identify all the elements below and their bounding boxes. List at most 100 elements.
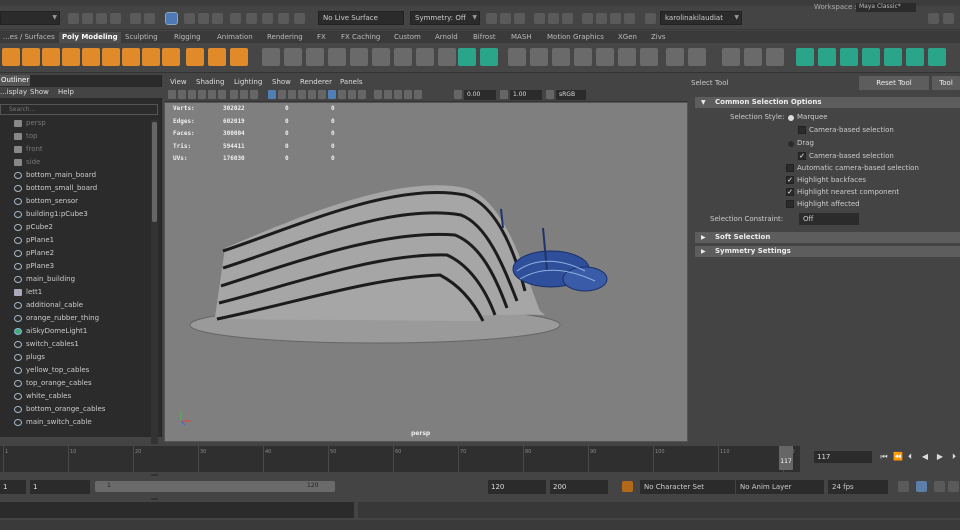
outliner-item[interactable]: top [0, 130, 150, 143]
face-mode-icon[interactable] [212, 13, 223, 24]
workspace-dropdown[interactable]: Maya Classic* [856, 3, 916, 12]
lights-icon[interactable] [308, 90, 316, 99]
fill-hole-icon[interactable] [438, 48, 456, 66]
resolution-gate-icon[interactable] [250, 90, 258, 99]
frame-common-selection[interactable]: ▼ Common Selection Options [695, 97, 960, 108]
tab-rendering[interactable]: Rendering [264, 32, 306, 43]
marquee-radio[interactable] [788, 115, 794, 121]
viewport-menu-panels[interactable]: Panels [340, 76, 363, 88]
tab-custom[interactable]: Custom [391, 32, 424, 43]
outliner-item[interactable]: bottom_small_board [0, 182, 150, 195]
tab-animation[interactable]: Animation [214, 32, 256, 43]
outliner-item[interactable]: top_orange_cables [0, 377, 150, 390]
super-shape-icon[interactable] [186, 48, 204, 66]
frame-soft-selection[interactable]: ▶ Soft Selection [695, 232, 960, 243]
play-forward-icon[interactable]: ▶ [936, 452, 944, 461]
tab-motion-graphics[interactable]: Motion Graphics [544, 32, 607, 43]
colorspace-dropdown[interactable]: sRGB [556, 90, 586, 100]
outliner-item[interactable]: aiSkyDomeLight1 [0, 325, 150, 338]
step-back-key-icon[interactable]: ⏪ [893, 452, 903, 461]
ipr-render-icon[interactable] [500, 13, 511, 24]
highlight-nearest-checkbox[interactable]: ✓ [786, 188, 794, 196]
backface-culling-icon[interactable] [404, 90, 412, 99]
uv-automatic-icon[interactable] [862, 48, 880, 66]
offset-edge-loop-icon[interactable] [552, 48, 570, 66]
tool-settings-icon[interactable] [624, 13, 635, 24]
drag-radio[interactable] [788, 141, 794, 147]
merge-icon[interactable] [596, 48, 614, 66]
uv-layout-icon[interactable] [906, 48, 924, 66]
poly-disc-icon[interactable] [122, 48, 140, 66]
gamma-field[interactable]: 1.00 [510, 90, 542, 100]
selection-constraint-dropdown[interactable]: Off [799, 213, 859, 225]
select-hierarchy-icon[interactable] [130, 13, 141, 24]
outliner-title[interactable]: Outliner [0, 75, 30, 86]
bevel-icon[interactable] [416, 48, 434, 66]
select-camera-icon[interactable] [168, 90, 176, 99]
go-to-start-icon[interactable]: ⏮ [880, 452, 888, 461]
open-scene-icon[interactable] [82, 13, 93, 24]
uv-unfold-icon[interactable] [884, 48, 902, 66]
2d-pan-zoom-icon[interactable] [208, 90, 216, 99]
select-object-icon[interactable] [144, 13, 155, 24]
exposure-icon[interactable] [454, 90, 462, 99]
viewport-menu-show[interactable]: Show [272, 76, 291, 88]
wireframe-on-shaded-icon[interactable] [288, 90, 296, 99]
outliner-scrollbar[interactable] [151, 120, 158, 500]
viewport-menu-lighting[interactable]: Lighting [234, 76, 262, 88]
step-forward-frame-icon[interactable]: ⏵ [950, 452, 958, 461]
tab-fx[interactable]: FX [314, 32, 329, 43]
boolean-icon[interactable] [328, 48, 346, 66]
outliner-item[interactable]: pCube2 [0, 221, 150, 234]
outliner-item[interactable]: orange_rubber_thing [0, 312, 150, 325]
viewport-menu-shading[interactable]: Shading [196, 76, 224, 88]
separate-icon[interactable] [284, 48, 302, 66]
wedge-icon[interactable] [618, 48, 636, 66]
end-time-field[interactable]: 200 [550, 480, 608, 494]
command-input[interactable] [0, 502, 354, 518]
xray-icon[interactable] [384, 90, 392, 99]
outliner-item[interactable]: pPlane3 [0, 260, 150, 273]
user-account-dropdown[interactable]: karolinakilaudiat ▼ [660, 11, 742, 25]
outliner-item[interactable]: front [0, 143, 150, 156]
depth-of-field-icon[interactable] [358, 90, 366, 99]
smooth-brush-icon[interactable] [744, 48, 762, 66]
poly-sphere-icon[interactable] [2, 48, 20, 66]
outliner-item[interactable]: main_switch_cable [0, 416, 150, 429]
edge-mode-icon[interactable] [198, 13, 209, 24]
tab-fx-caching[interactable]: FX Caching [338, 32, 383, 43]
outliner-item[interactable]: pPlane1 [0, 234, 150, 247]
outliner-item[interactable]: bottom_orange_cables [0, 403, 150, 416]
play-backward-icon[interactable]: ◀ [921, 452, 929, 461]
hik-icon[interactable] [596, 13, 607, 24]
poke-icon[interactable] [640, 48, 658, 66]
collapse-icon[interactable] [574, 48, 592, 66]
fps-dropdown[interactable]: 24 fps [828, 480, 888, 494]
combine-icon[interactable] [262, 48, 280, 66]
tab-sculpting[interactable]: Sculpting [122, 32, 161, 43]
outliner-menu-show[interactable]: Show [30, 87, 49, 98]
tab-zivs[interactable]: Zivs [648, 32, 669, 43]
append-polygon-icon[interactable] [508, 48, 526, 66]
multi-cut-icon[interactable] [458, 48, 476, 66]
character-set-dropdown[interactable]: No Character Set [640, 480, 735, 494]
snap-point-icon[interactable] [262, 13, 273, 24]
hypershade-icon[interactable] [534, 13, 545, 24]
new-scene-icon[interactable] [68, 13, 79, 24]
outliner-item[interactable]: main_building [0, 273, 150, 286]
reverse-normals-icon[interactable] [688, 48, 706, 66]
tool-help-button[interactable]: Tool [932, 76, 960, 90]
tab-bifrost[interactable]: Bifrost [470, 32, 499, 43]
image-plane-icon[interactable] [198, 90, 206, 99]
scrollbar-thumb[interactable] [152, 122, 157, 222]
settings-icon[interactable] [948, 481, 959, 492]
outliner-item[interactable]: yellow_top_cables [0, 364, 150, 377]
outliner-item[interactable]: pPlane2 [0, 247, 150, 260]
gear-icon[interactable] [928, 13, 939, 24]
exposure-field[interactable]: 0.00 [464, 90, 496, 100]
symmetry-dropdown[interactable]: Symmetry: Off ▼ [410, 11, 480, 25]
anim-layer-dropdown[interactable]: No Anim Layer [736, 480, 824, 494]
menu-set-dropdown[interactable]: ▼ [0, 11, 60, 25]
tab-mash[interactable]: MASH [508, 32, 535, 43]
light-editor-icon[interactable] [562, 13, 573, 24]
